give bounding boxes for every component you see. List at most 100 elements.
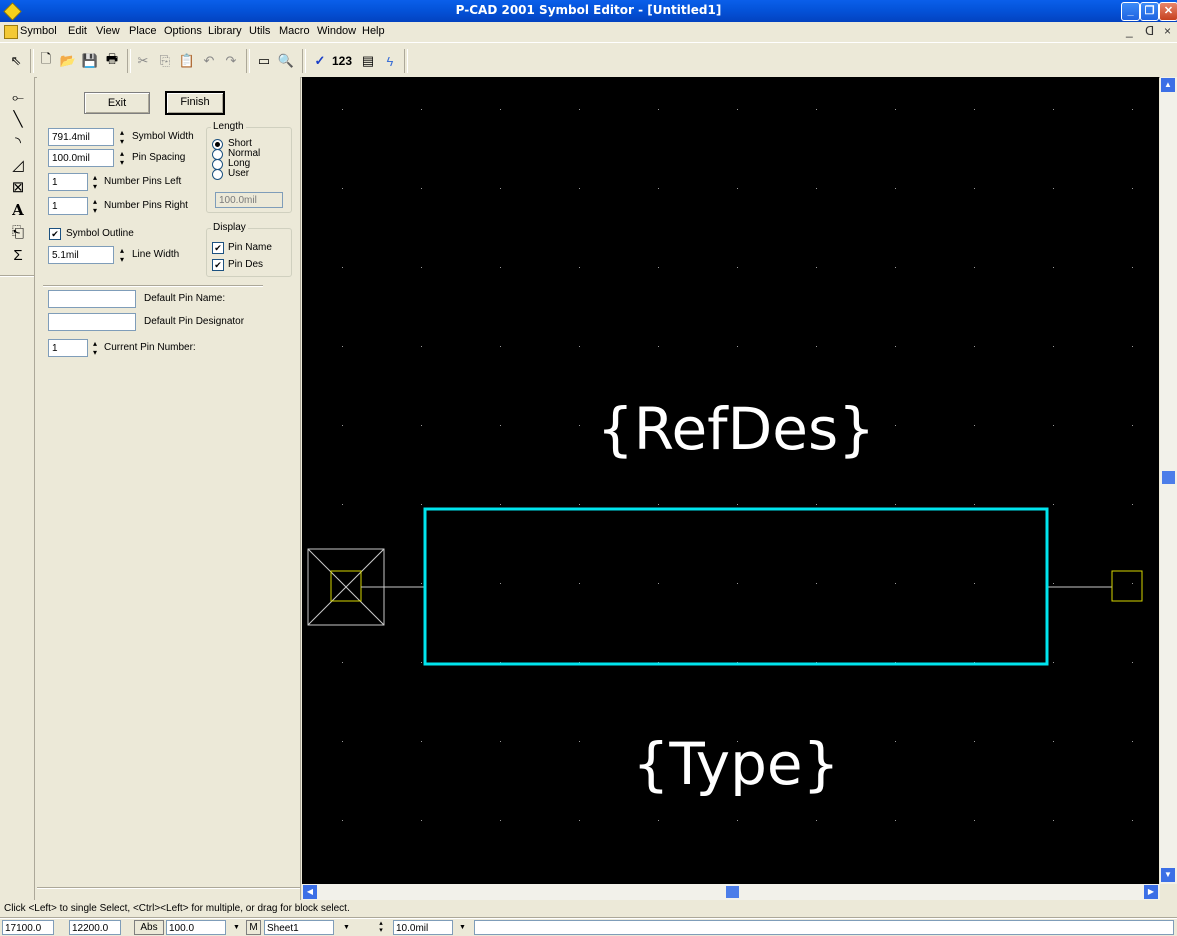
select-arrow-icon[interactable]: ⇖ (6, 51, 26, 71)
grid-dot (421, 188, 422, 189)
horizontal-scrollbar[interactable]: ◀ ▶ (302, 884, 1160, 900)
symbol-outline[interactable] (423, 507, 1049, 666)
title-bar: P-CAD 2001 Symbol Editor - [Untitled1] _… (0, 0, 1177, 22)
grid-dropdown-icon[interactable]: ▼ (456, 920, 469, 935)
place-line-icon[interactable]: ╲ (8, 109, 28, 129)
mdi-restore-button[interactable]: ᗡ (1145, 24, 1154, 38)
type-attribute[interactable]: {Type} (632, 730, 839, 798)
exit-button[interactable]: Exit (84, 92, 150, 114)
drawing-canvas[interactable]: {RefDes} {Type} (302, 77, 1159, 884)
y-coordinate-field[interactable]: 12200.0 (69, 920, 121, 935)
redo-icon[interactable]: ↷ (221, 51, 241, 71)
scroll-up-icon[interactable]: ▲ (1161, 78, 1175, 92)
symbol-width-spinner[interactable]: ▴ ▾ (116, 128, 128, 146)
menu-macro[interactable]: Macro (279, 25, 310, 37)
scroll-left-icon[interactable]: ◀ (303, 885, 317, 899)
sheet-select[interactable]: Sheet1 (264, 920, 334, 935)
undo-icon[interactable]: ↶ (199, 51, 219, 71)
abs-toggle-button[interactable]: Abs (134, 920, 164, 935)
grid-dot (342, 820, 343, 821)
lightning-icon[interactable]: ϟ (380, 51, 400, 71)
place-attribute-icon[interactable]: ⎗ (8, 222, 28, 242)
ruler-icon[interactable]: ▭ (254, 51, 274, 71)
place-field-icon[interactable]: Σ (8, 245, 28, 265)
line-width-field[interactable]: 5.1mil (48, 246, 114, 264)
menu-symbol[interactable]: Symbol (20, 25, 57, 37)
grid-dot (500, 504, 501, 505)
menu-edit[interactable]: Edit (68, 25, 87, 37)
copy-icon[interactable]: ⎘ (155, 51, 175, 71)
grid-dot (579, 741, 580, 742)
mdi-minimize-button[interactable]: _ (1126, 24, 1133, 38)
new-file-icon[interactable]: 🗋 (36, 51, 56, 71)
default-pin-designator-field[interactable] (48, 313, 136, 331)
length-user-radio[interactable] (212, 169, 223, 180)
grid-dot (895, 583, 896, 584)
toolbar-separator (30, 49, 34, 73)
scroll-down-icon[interactable]: ▼ (1161, 868, 1175, 882)
symbol-outline-checkbox[interactable]: ✔ (49, 228, 61, 240)
menu-utils[interactable]: Utils (249, 25, 270, 37)
pins-right-field[interactable]: 1 (48, 197, 88, 215)
pins-left-spinner[interactable]: ▴ ▾ (89, 173, 101, 191)
grid-dot (342, 425, 343, 426)
pin-des-checkbox[interactable]: ✔ (212, 259, 224, 271)
open-folder-icon[interactable]: 📂 (58, 51, 78, 71)
save-icon[interactable]: 💾 (80, 51, 100, 71)
grid-dot (1132, 109, 1133, 110)
place-pin-icon[interactable]: ⟜ (8, 87, 28, 107)
pin-spacing-field[interactable]: 100.0mil (48, 149, 114, 167)
cut-icon[interactable]: ✂ (133, 51, 153, 71)
menu-view[interactable]: View (96, 25, 120, 37)
document-icon[interactable] (4, 25, 18, 39)
zoom-icon[interactable]: 🔍 (276, 51, 296, 71)
pin-name-label: Pin Name (228, 242, 272, 253)
zoom-field[interactable]: 100.0 (166, 920, 226, 935)
grid-select[interactable]: 10.0mil (393, 920, 453, 935)
grid-spinner[interactable]: ▴ ▾ (375, 920, 387, 935)
grid-dot (974, 820, 975, 821)
pin-spacing-spinner[interactable]: ▴ ▾ (116, 149, 128, 167)
place-text-icon[interactable]: A (8, 200, 28, 220)
zoom-dropdown-icon[interactable]: ▼ (230, 920, 243, 935)
finish-button[interactable]: Finish (165, 91, 225, 115)
menu-options[interactable]: Options (164, 25, 202, 37)
place-arc-icon[interactable]: ◝ (8, 132, 28, 152)
default-pin-name-field[interactable] (48, 290, 136, 308)
menu-help[interactable]: Help (362, 25, 385, 37)
x-coordinate-field[interactable]: 17100.0 (2, 920, 54, 935)
right-pin-pad[interactable] (1111, 570, 1143, 602)
grid-dot (737, 504, 738, 505)
minimize-button[interactable]: _ (1121, 2, 1140, 21)
check-icon[interactable]: ✓ (310, 51, 330, 71)
symbol-width-field[interactable]: 791.4mil (48, 128, 114, 146)
m-button[interactable]: M (246, 920, 261, 935)
horizontal-scroll-thumb[interactable] (726, 886, 739, 898)
scroll-right-icon[interactable]: ▶ (1144, 885, 1158, 899)
restore-button[interactable]: ❐ (1140, 2, 1159, 21)
pins-left-field[interactable]: 1 (48, 173, 88, 191)
menu-place[interactable]: Place (129, 25, 157, 37)
refdes-attribute[interactable]: {RefDes} (597, 395, 875, 463)
grid-dot (1132, 188, 1133, 189)
vertical-scrollbar[interactable]: ▲ ▼ (1160, 77, 1177, 884)
pins-right-spinner[interactable]: ▴ ▾ (89, 197, 101, 215)
place-polygon-icon[interactable]: ◿ (8, 155, 28, 175)
menu-window[interactable]: Window (317, 25, 356, 37)
report-icon[interactable]: ▤ (358, 51, 378, 71)
window-title: P-CAD 2001 Symbol Editor - [Untitled1] (455, 3, 722, 17)
sheet-dropdown-icon[interactable]: ▼ (340, 920, 353, 935)
paste-icon[interactable]: 📋 (177, 51, 197, 71)
close-button[interactable]: ✕ (1159, 2, 1177, 21)
menu-library[interactable]: Library (208, 25, 242, 37)
pin-name-checkbox[interactable]: ✔ (212, 242, 224, 254)
vertical-scroll-thumb[interactable] (1162, 471, 1175, 484)
current-pin-spinner[interactable]: ▴ ▾ (89, 339, 101, 357)
left-pin-pad[interactable] (330, 570, 362, 602)
place-ref-point-icon[interactable]: ⊠ (8, 177, 28, 197)
renumber-button[interactable]: 123 (330, 51, 354, 71)
current-pin-field[interactable]: 1 (48, 339, 88, 357)
line-width-spinner[interactable]: ▴ ▾ (116, 246, 128, 264)
mdi-close-button[interactable]: × (1164, 24, 1171, 38)
print-icon[interactable]: 🖶 (102, 51, 122, 71)
